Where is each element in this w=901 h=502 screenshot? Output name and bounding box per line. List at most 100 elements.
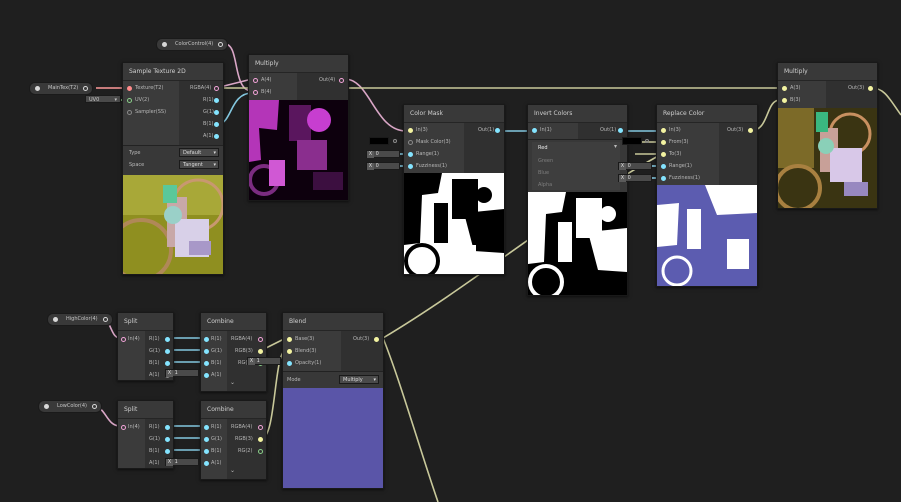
output-port[interactable] xyxy=(868,86,873,91)
input-port[interactable] xyxy=(253,90,258,95)
mode-dropdown[interactable]: Multiply ▾ xyxy=(339,375,379,384)
port-label: R(1) xyxy=(149,424,160,430)
port-label: B(3) xyxy=(790,97,801,103)
input-port[interactable] xyxy=(661,176,666,181)
property-icon xyxy=(44,404,49,409)
opacity-field[interactable]: X 1 xyxy=(247,357,281,365)
output-port[interactable] xyxy=(165,437,170,442)
node-color-mask[interactable]: Color Mask In(3) Mask Color(3) Range(1) … xyxy=(403,104,505,275)
property-high-color[interactable]: HighColor(4) xyxy=(47,313,113,326)
fuzziness-field[interactable]: X 0 xyxy=(618,174,652,182)
port-label: Out(3) xyxy=(848,85,865,91)
output-port[interactable] xyxy=(214,134,219,139)
mask-color-swatch[interactable] xyxy=(369,137,389,145)
output-port[interactable] xyxy=(165,361,170,366)
node-multiply-output[interactable]: Multiply A(3) B(3) Out(3) xyxy=(777,62,878,209)
property-main-tex[interactable]: MainTex(T2) xyxy=(29,82,94,95)
port-label: G(1) xyxy=(203,109,214,115)
space-dropdown[interactable]: Tangent ▾ xyxy=(179,160,219,169)
input-port[interactable] xyxy=(661,152,666,157)
input-port[interactable] xyxy=(127,98,132,103)
fuzziness-field[interactable]: X 0 xyxy=(366,162,400,170)
channel-red-option[interactable]: Red xyxy=(538,145,548,151)
input-port[interactable] xyxy=(204,349,209,354)
input-port[interactable] xyxy=(393,139,397,143)
input-port[interactable] xyxy=(408,164,413,169)
port-label: Blend(3) xyxy=(295,348,317,354)
input-port[interactable] xyxy=(204,437,209,442)
node-blend[interactable]: Blend Base(3) Blend(3) Opacity(1) Out(3)… xyxy=(282,312,384,489)
output-port[interactable] xyxy=(339,78,344,83)
input-port[interactable] xyxy=(782,98,787,103)
input-port[interactable] xyxy=(204,461,209,466)
output-port[interactable] xyxy=(165,425,170,430)
output-port[interactable] xyxy=(258,425,263,430)
collapse-chevron-icon[interactable]: ⌄ xyxy=(230,467,235,474)
input-port[interactable] xyxy=(204,361,209,366)
node-sample-texture-2d[interactable]: Sample Texture 2D Texture(T2) UV(2) Samp… xyxy=(122,62,224,275)
input-port[interactable] xyxy=(204,425,209,430)
uv-field[interactable]: UV0 ▾ xyxy=(85,95,121,103)
input-port[interactable] xyxy=(661,164,666,169)
output-port[interactable] xyxy=(165,337,170,342)
output-port[interactable] xyxy=(258,437,263,442)
output-port[interactable] xyxy=(214,98,219,103)
range-field[interactable]: X 0 xyxy=(618,162,652,170)
output-port[interactable] xyxy=(748,128,753,133)
from-color-swatch[interactable] xyxy=(622,137,642,145)
node-combine-low[interactable]: Combine R(1) G(1) B(1) A(1) RGBA(4) RGB(… xyxy=(200,400,267,480)
input-port[interactable] xyxy=(204,449,209,454)
input-port[interactable] xyxy=(661,128,666,133)
property-low-color[interactable]: LowColor(4) xyxy=(38,400,102,413)
collapse-chevron-icon[interactable]: ⌄ xyxy=(230,379,235,386)
output-port[interactable] xyxy=(258,449,263,454)
input-port[interactable] xyxy=(121,337,126,342)
output-port[interactable] xyxy=(214,86,219,91)
input-port[interactable] xyxy=(287,337,292,342)
input-port[interactable] xyxy=(121,425,126,430)
node-title: Replace Color xyxy=(657,105,757,123)
input-port[interactable] xyxy=(253,78,258,83)
type-dropdown[interactable]: Default ▾ xyxy=(179,148,219,157)
input-port[interactable] xyxy=(127,86,132,91)
output-port[interactable] xyxy=(258,337,263,342)
input-port[interactable] xyxy=(204,337,209,342)
input-port[interactable] xyxy=(287,361,292,366)
node-multiply[interactable]: Multiply A(4) B(4) Out(4) xyxy=(248,54,349,201)
input-port[interactable] xyxy=(408,128,413,133)
output-port[interactable] xyxy=(102,317,108,322)
node-title: Combine xyxy=(201,401,266,419)
input-port[interactable] xyxy=(782,86,787,91)
input-port[interactable] xyxy=(204,373,209,378)
output-port[interactable] xyxy=(374,337,379,342)
output-port[interactable] xyxy=(495,128,500,133)
output-port[interactable] xyxy=(218,42,224,47)
input-port[interactable] xyxy=(661,140,666,145)
output-port[interactable] xyxy=(214,122,219,127)
output-port[interactable] xyxy=(165,449,170,454)
port-label: A(1) xyxy=(203,133,214,139)
output-port[interactable] xyxy=(618,128,623,133)
alpha-field[interactable]: X 1 xyxy=(165,369,199,377)
input-port[interactable] xyxy=(532,128,537,133)
input-port[interactable] xyxy=(408,140,413,145)
channel-green-option[interactable]: Green xyxy=(538,158,553,164)
output-port[interactable] xyxy=(165,349,170,354)
channel-alpha-option[interactable]: Alpha xyxy=(538,182,552,188)
node-combine-high[interactable]: Combine R(1) G(1) B(1) A(1) RGBA(4) RGB(… xyxy=(200,312,267,392)
channel-blue-option[interactable]: Blue xyxy=(538,170,549,176)
port-label: To(3) xyxy=(669,151,682,157)
node-invert-colors[interactable]: Invert Colors In(1) Out(1) Red ▾ Green B… xyxy=(527,104,628,296)
range-field[interactable]: X 0 xyxy=(366,150,400,158)
alpha-field[interactable]: X 1 xyxy=(165,458,199,466)
output-port[interactable] xyxy=(91,404,97,409)
input-port[interactable] xyxy=(287,349,292,354)
output-port[interactable] xyxy=(214,110,219,115)
input-port[interactable] xyxy=(127,110,132,115)
output-port[interactable] xyxy=(258,349,263,354)
input-port[interactable] xyxy=(408,152,413,157)
node-replace-color[interactable]: Replace Color In(3) From(3) To(3) Range(… xyxy=(656,104,758,287)
output-port[interactable] xyxy=(83,86,89,91)
input-port[interactable] xyxy=(645,139,649,143)
property-color-control[interactable]: ColorControl(4) xyxy=(156,38,229,51)
